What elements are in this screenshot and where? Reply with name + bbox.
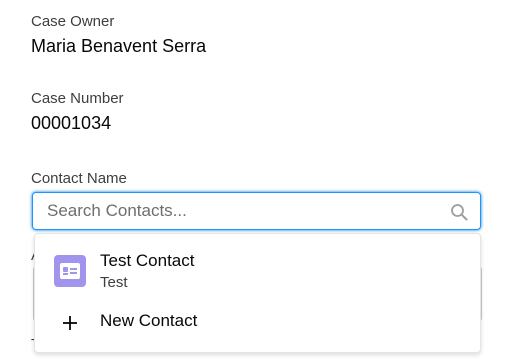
case-form: Case Owner Maria Benavent Serra Case Num… — [0, 0, 512, 359]
case-number-value: 00001034 — [31, 113, 112, 133]
case-number-label: Case Number — [31, 90, 124, 107]
contact-search-field[interactable] — [32, 192, 481, 230]
contact-result-title: Test Contact — [100, 251, 195, 270]
contact-result-subtitle: Test — [100, 274, 128, 291]
contact-lookup-dropdown: Test Contact Test New Contact — [34, 233, 481, 353]
case-owner-value: Maria Benavent Serra — [31, 36, 207, 56]
new-contact-label: New Contact — [100, 311, 198, 330]
search-icon[interactable] — [450, 203, 468, 221]
case-owner-label: Case Owner — [31, 13, 115, 30]
contact-search-input[interactable] — [33, 193, 480, 229]
contact-result-option[interactable]: Test Contact Test — [35, 245, 480, 299]
new-contact-option[interactable]: New Contact — [35, 304, 480, 342]
plus-icon — [63, 316, 77, 330]
contact-card-icon — [54, 255, 86, 287]
contact-name-label: Contact Name — [31, 170, 127, 187]
